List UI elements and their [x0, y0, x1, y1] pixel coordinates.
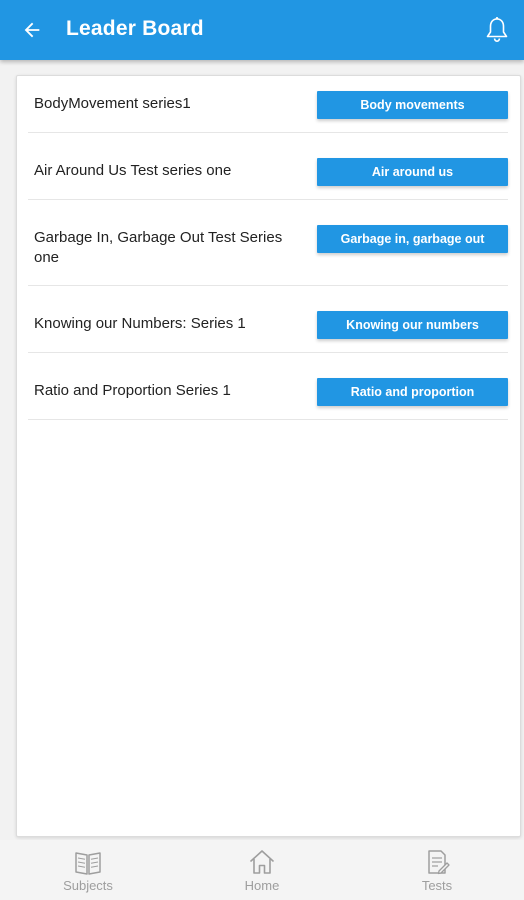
test-row-body-movement: BodyMovement series1 Body movements	[28, 76, 508, 133]
test-row-garbage: Garbage In, Garbage Out Test Series one …	[28, 200, 508, 286]
notifications-button[interactable]	[482, 14, 512, 46]
test-row-knowing-numbers: Knowing our Numbers: Series 1 Knowing ou…	[28, 286, 508, 353]
test-name: Ratio and Proportion Series 1	[34, 382, 231, 399]
nav-subjects-label: Subjects	[63, 878, 113, 893]
test-name: BodyMovement series1	[34, 95, 191, 112]
book-icon	[75, 852, 101, 875]
air-around-us-button[interactable]: Air around us	[317, 158, 508, 186]
nav-tests-label: Tests	[421, 878, 453, 893]
arrow-left-icon	[24, 22, 40, 38]
test-sheet-icon	[428, 850, 450, 875]
nav-subjects[interactable]: Subjects	[38, 848, 138, 898]
test-name: Garbage In, Garbage Out Test Series one	[34, 229, 283, 266]
nav-home-label: Home	[244, 878, 280, 893]
knowing-our-numbers-button[interactable]: Knowing our numbers	[317, 311, 508, 339]
test-name: Knowing our Numbers: Series 1	[34, 315, 246, 332]
garbage-in-garbage-out-button[interactable]: Garbage in, garbage out	[317, 225, 508, 253]
leaderboard-card: BodyMovement series1 Body movements Air …	[16, 75, 521, 837]
app-bar: Leader Board	[0, 0, 524, 60]
test-row-air-around-us: Air Around Us Test series one Air around…	[28, 133, 508, 200]
nav-tests[interactable]: Tests	[387, 848, 487, 898]
page-title: Leader Board	[66, 17, 204, 40]
back-button[interactable]	[18, 16, 46, 44]
body-movements-button[interactable]: Body movements	[317, 91, 508, 119]
nav-home[interactable]: Home	[212, 848, 312, 898]
bell-icon	[486, 17, 508, 43]
test-row-ratio-proportion: Ratio and Proportion Series 1 Ratio and …	[28, 353, 508, 420]
ratio-and-proportion-button[interactable]: Ratio and proportion	[317, 378, 508, 406]
app-screen: Leader Board BodyMovement series1 Body m…	[0, 0, 524, 900]
test-name: Air Around Us Test series one	[34, 162, 232, 179]
home-icon	[250, 850, 274, 874]
bottom-navigation: Subjects Home Tests	[0, 840, 524, 900]
